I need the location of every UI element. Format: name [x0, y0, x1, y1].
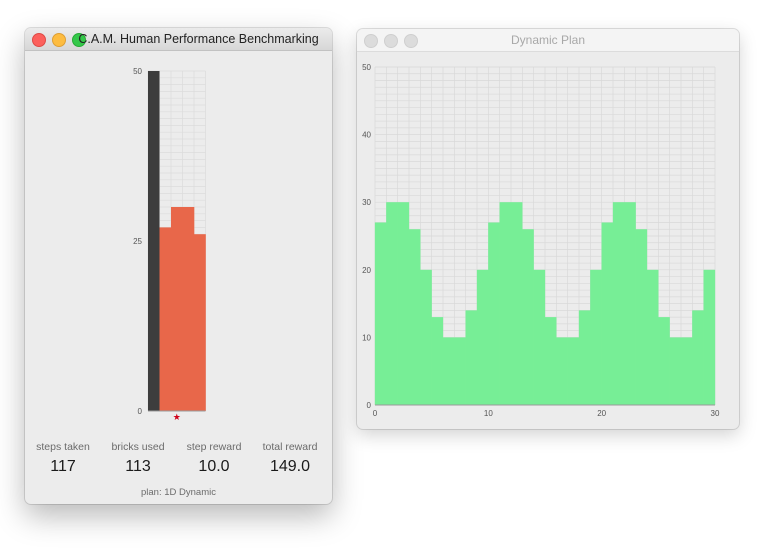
window-title: Dynamic Plan: [510, 33, 586, 47]
steps-taken-label: steps taken: [36, 441, 90, 453]
plan-step-bar: [590, 269, 602, 405]
agent-position-marker: ★: [173, 412, 181, 422]
window-title: C.A.M. Human Performance Benchmarking: [78, 32, 319, 46]
brick-column-chart: 50 25 0 ★: [133, 67, 206, 422]
plan-step-bar: [635, 229, 648, 405]
brick-column-bar: [194, 234, 206, 411]
plan-step-bar: [397, 202, 410, 405]
y-tick-label: 0: [367, 401, 372, 410]
bricks-used-label: bricks used: [111, 441, 165, 453]
x-tick-label: 30: [711, 409, 720, 418]
plan-step-bar: [499, 202, 512, 405]
brick-column-bar: [171, 207, 183, 411]
plan-step-bar: [465, 310, 478, 405]
plan-step-bar: [646, 269, 659, 405]
agent-column: [148, 71, 160, 411]
steps-taken-value: 117: [50, 458, 76, 475]
y-tick-label: 40: [362, 131, 371, 140]
plan-step-bar: [680, 337, 693, 405]
plan-step-bar: [544, 317, 557, 405]
plan-step-bar: [476, 269, 489, 405]
plan-step-bar: [374, 222, 387, 405]
bricks-used-value: 113: [125, 458, 151, 475]
y-tick-label: 30: [362, 198, 371, 207]
x-tick-label: 0: [373, 409, 378, 418]
plan-step-bar: [420, 269, 432, 405]
y-tick-label: 0: [138, 407, 143, 416]
plan-step-bar: [601, 222, 614, 405]
plan-step-bar: [454, 337, 466, 405]
plan-step-bar: [386, 202, 398, 405]
dynamic-plan-chart: 0 10 20 30 40 50 0 10 20 30: [362, 63, 720, 418]
y-tick-label: 20: [362, 266, 371, 275]
plan-step-bar: [408, 229, 421, 405]
plan-label: plan: 1D Dynamic: [141, 487, 216, 498]
plan-step-bar: [658, 317, 670, 405]
y-tick-label: 25: [133, 237, 142, 246]
titlebar: Dynamic Plan: [357, 29, 739, 52]
plan-step-bar: [431, 317, 444, 405]
step-reward-value: 10.0: [198, 458, 230, 475]
plan-step-bar: [488, 222, 500, 405]
plan-step-bar: [556, 337, 568, 405]
plan-step-bar: [510, 202, 523, 405]
y-tick-label: 50: [133, 67, 142, 76]
x-tick-label: 10: [484, 409, 493, 418]
plan-step-bar: [703, 269, 716, 405]
plan-step-bar: [533, 269, 546, 405]
plan-step-bar: [692, 310, 704, 405]
plan-step-bar: [624, 202, 636, 405]
titlebar: C.A.M. Human Performance Benchmarking: [25, 28, 332, 51]
total-reward-value: 149.0: [269, 458, 311, 475]
step-reward-label: step reward: [186, 441, 242, 453]
close-window-button[interactable]: [32, 33, 46, 47]
benchmarking-window: C.A.M. Human Performance Benchmarking 50…: [25, 28, 332, 504]
plan-step-bar: [567, 337, 580, 405]
total-reward-label: total reward: [262, 441, 318, 453]
y-tick-label: 10: [362, 333, 371, 342]
y-tick-label: 50: [362, 63, 371, 72]
plan-step-bar: [669, 337, 682, 405]
brick-column-bar: [182, 207, 195, 411]
plan-step-bar: [522, 229, 534, 405]
plan-step-bar: [578, 310, 591, 405]
x-tick-label: 20: [597, 409, 606, 418]
plan-step-bar: [612, 202, 625, 405]
dynamic-plan-window: Dynamic Plan 0 10 20 30 40 50 0 10 20 30: [357, 29, 739, 429]
brick-column-bar: [159, 227, 172, 411]
plan-step-bar: [442, 337, 455, 405]
minimize-window-button[interactable]: [52, 33, 66, 47]
